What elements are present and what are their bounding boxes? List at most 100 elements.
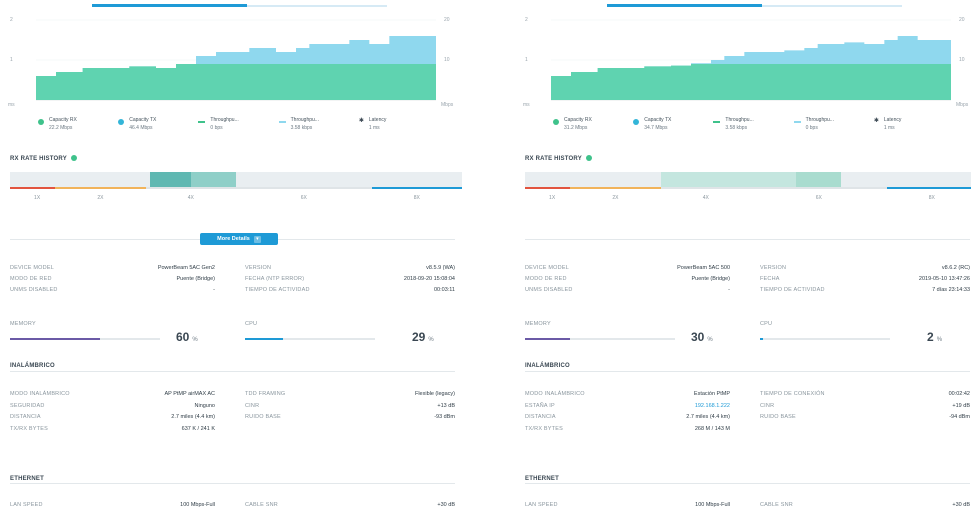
info-value: -94 dBm <box>949 414 970 420</box>
legend-item[interactable]: ✱ Latency 1 ms <box>359 117 435 137</box>
info-label: TDD FRAMING <box>245 391 286 397</box>
memory-value-number: 60 <box>176 330 190 344</box>
info-label: RUIDO BASE <box>245 414 281 420</box>
legend-text: Throughpu... 3.58 kbps <box>725 117 753 131</box>
chart-tab-indicator[interactable] <box>515 0 970 8</box>
tab-active-fill <box>607 4 762 7</box>
info-value[interactable]: 192.168.1.222 <box>695 403 730 409</box>
legend-dash-icon <box>713 121 721 123</box>
info-value: +13 dB <box>437 402 455 409</box>
memory-cpu-labels: MEMORY CPU <box>10 321 455 331</box>
info-label: VERSION <box>760 265 787 271</box>
chart-tab-indicator[interactable] <box>0 0 455 8</box>
legend-star-icon: ✱ <box>358 118 364 124</box>
chart-legend: Capacity RX 22.2 Mbps Capacity TX 46.4 Mbps… <box>38 117 435 137</box>
tab-active-fill <box>92 4 247 7</box>
info-row: DEVICE MODEL PowerBeam 5AC 500 VERSION v8.6… <box>525 265 970 275</box>
rx-rate-history-title: RX RATE HISTORY <box>525 155 592 162</box>
info-row: MODO DE RED Puente (Bridge) FECHA (NTP ERR… <box>10 276 455 286</box>
info-label: TX/RX BYTES <box>525 425 563 432</box>
y-left-tick: 2 <box>10 17 13 23</box>
rx-rate-history-title: RX RATE HISTORY <box>10 155 77 162</box>
info-row: ESTAÑA IP 192.168.1.222 CINR +19 dB <box>525 403 970 413</box>
info-value: Ninguno <box>194 402 216 409</box>
rx-rate-segment <box>150 172 191 188</box>
legend-name: Throughpu... <box>725 117 754 123</box>
section-divider <box>525 371 970 372</box>
legend-text: Latency 1 ms <box>369 117 387 131</box>
info-value: Estación PtMP <box>693 391 730 397</box>
y-left-tick: ms <box>523 102 530 108</box>
info-label: DEVICE MODEL <box>525 265 569 271</box>
legend-item[interactable]: Capacity TX 46.4 Mbps <box>118 117 194 137</box>
info-row: SEGURIDAD Ninguno CINR +13 dB <box>10 403 455 413</box>
wireless-title: INALÁMBRICO <box>525 363 576 369</box>
info-row: DEVICE MODEL PowerBeam 5AC Gen2 VERSION v8.… <box>10 265 455 275</box>
throughput-chart-svg <box>551 19 951 101</box>
info-row: TX/RX BYTES 637 K / 241 K <box>10 426 455 436</box>
legend-item[interactable]: Capacity TX 34.7 Mbps <box>633 117 709 137</box>
info-label: VERSION <box>245 265 272 271</box>
rx-rate-tick: 4X <box>702 195 709 201</box>
info-value: 2019-05-10 13:47:26 <box>918 276 970 282</box>
rx-rate-scale-segment <box>145 187 372 189</box>
memory-value-unit: % <box>707 337 713 343</box>
rx-rate-segment <box>190 172 236 188</box>
info-label: CINR <box>245 402 260 409</box>
cpu-meter-fill <box>760 338 763 340</box>
rx-rate-history-label: RX RATE HISTORY <box>525 156 582 162</box>
y-right-tick: 10 <box>959 57 965 63</box>
info-value: 100 Mbps-Full <box>180 502 215 508</box>
memory-value: 30% <box>691 330 713 344</box>
legend-value: 3.58 kbps <box>290 125 313 131</box>
rx-rate-scale-segment <box>570 187 661 189</box>
info-value: 2018-09-20 15:08:04 <box>403 276 455 282</box>
chart-legend: Capacity RX 31.2 Mbps Capacity TX 34.7 Mbps… <box>553 117 950 137</box>
legend-value: 1 ms <box>883 125 895 131</box>
info-value: - <box>728 287 730 293</box>
y-right-tick: 20 <box>959 17 965 23</box>
legend-item[interactable]: Throughpu... 0 bps <box>198 117 274 137</box>
cpu-meter-fill <box>245 338 283 340</box>
rx-rate-scale-line <box>525 187 971 189</box>
info-row: DISTANCIA 2.7 miles (4.4 km) RUIDO BASE -94… <box>525 414 970 424</box>
legend-item[interactable]: Throughpu... 3.58 kbps <box>713 117 789 137</box>
memory-value-unit: % <box>192 337 198 343</box>
rx-rate-tick: 8X <box>928 195 935 201</box>
info-row: MODO INALÁMBRICO AP PtMP airMAX AC TDD FRA… <box>10 391 455 401</box>
legend-name: Latency <box>883 117 902 123</box>
info-value: -93 dBm <box>434 414 455 420</box>
rx-rate-tick: 1X <box>34 195 41 201</box>
memory-label: MEMORY <box>10 321 36 327</box>
legend-item[interactable]: Throughpu... 3.58 kbps <box>278 117 355 137</box>
legend-text: Capacity RX 31.2 Mbps <box>564 117 592 131</box>
legend-dot-icon <box>118 119 125 125</box>
rx-rate-ticks: 1X 2X 4X 6X 8X <box>10 195 462 203</box>
info-row: LAN SPEED 100 Mbps-Full CABLE SNR +30 dB <box>525 502 970 512</box>
info-label: ESTAÑA IP <box>525 402 555 409</box>
info-value: PowerBeam 5AC Gen2 <box>157 265 215 271</box>
legend-name: Throughpu... <box>805 117 834 123</box>
info-label: DISTANCIA <box>10 414 41 420</box>
legend-name: Latency <box>368 117 387 123</box>
info-label: CABLE SNR <box>760 502 793 508</box>
cpu-label: CPU <box>245 321 258 327</box>
legend-item[interactable]: Throughpu... 0 bps <box>793 117 870 137</box>
rx-rate-history-label: RX RATE HISTORY <box>10 156 67 162</box>
info-row: MODO DE RED Puente (Bridge) FECHA 2019-05-1… <box>525 276 970 286</box>
legend-item[interactable]: Capacity RX 22.2 Mbps <box>38 117 114 137</box>
legend-dot-icon <box>633 119 640 125</box>
info-label: TIEMPO DE ACTIVIDAD <box>760 287 825 293</box>
memory-meter-fill <box>10 338 100 340</box>
legend-item[interactable]: Capacity RX 31.2 Mbps <box>553 117 629 137</box>
cpu-value: 2% <box>927 330 942 344</box>
legend-name: Capacity RX <box>564 117 592 123</box>
legend-item[interactable]: ✱ Latency 1 ms <box>874 117 950 137</box>
status-dot-icon <box>585 155 592 161</box>
more-details-button[interactable]: More Details ▾ <box>200 233 278 245</box>
rx-rate-scale-segment <box>886 187 971 189</box>
info-value: 7 días 23:14:33 <box>932 287 970 293</box>
cpu-label: CPU <box>760 321 773 327</box>
info-label: DEVICE MODEL <box>10 265 54 271</box>
info-value: 2.7 miles (4.4 km) <box>171 414 215 420</box>
